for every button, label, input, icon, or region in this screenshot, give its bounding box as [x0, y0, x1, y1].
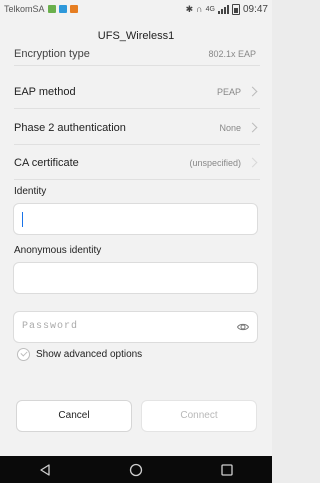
back-button[interactable] [35, 460, 55, 480]
carrier-label: TelkomSA [4, 4, 45, 14]
anonymous-identity-field[interactable] [13, 262, 258, 294]
advanced-options-checkbox[interactable] [17, 348, 30, 361]
navigation-bar [0, 456, 272, 483]
notification-icon-2 [58, 5, 67, 13]
phase2-auth-row[interactable]: Phase 2 authentication None [14, 111, 260, 145]
password-field[interactable]: Password [13, 311, 258, 343]
text-caret [22, 212, 23, 227]
identity-label: Identity [14, 186, 47, 197]
chevron-right-icon [247, 86, 258, 97]
status-bar: TelkomSA ✱ ∩ 4G 09:47 [0, 0, 272, 18]
network-type-label: 4G [205, 5, 215, 13]
recents-button[interactable] [217, 460, 237, 480]
battery-icon [231, 3, 240, 15]
identity-field[interactable] [13, 203, 258, 235]
bluetooth-icon: ✱ [185, 3, 194, 14]
eye-icon[interactable] [237, 321, 249, 333]
home-button[interactable] [126, 460, 146, 480]
eap-method-row[interactable]: EAP method PEAP [14, 75, 260, 109]
notification-icon-3 [69, 5, 78, 13]
notification-icon-1 [47, 5, 56, 13]
home-icon [129, 463, 143, 476]
status-right: ✱ ∩ 4G 09:47 [185, 3, 268, 15]
ca-certificate-value: (unspecified) [189, 157, 241, 168]
show-advanced-options[interactable]: Show advanced options [17, 348, 142, 361]
wifi-config-screen: TelkomSA ✱ ∩ 4G 09:47 UFS_Wireless1 Encr… [0, 0, 272, 483]
signal-icon [217, 4, 229, 14]
phase2-auth-value: None [219, 122, 241, 133]
encryption-type-label: Encryption type [14, 47, 90, 60]
back-icon [40, 463, 50, 476]
encryption-type-value: 802.1x EAP [208, 48, 256, 59]
chevron-right-icon [247, 122, 258, 133]
ca-certificate-row[interactable]: CA certificate (unspecified) [14, 146, 260, 180]
connect-button[interactable]: Connect [141, 400, 257, 432]
encryption-type-row: Encryption type 802.1x EAP [14, 42, 260, 66]
advanced-options-label: Show advanced options [36, 349, 143, 360]
eap-method-value: PEAP [216, 86, 241, 97]
recents-icon [220, 463, 233, 476]
password-placeholder: Password [22, 321, 79, 332]
anonymous-identity-label: Anonymous identity [14, 245, 102, 256]
eap-method-label: EAP method [14, 85, 76, 98]
headset-icon: ∩ [196, 4, 203, 14]
clock: 09:47 [242, 3, 268, 15]
phase2-auth-label: Phase 2 authentication [14, 121, 126, 134]
cancel-button[interactable]: Cancel [16, 400, 132, 432]
ca-certificate-label: CA certificate [14, 156, 79, 169]
chevron-right-icon [247, 157, 258, 168]
